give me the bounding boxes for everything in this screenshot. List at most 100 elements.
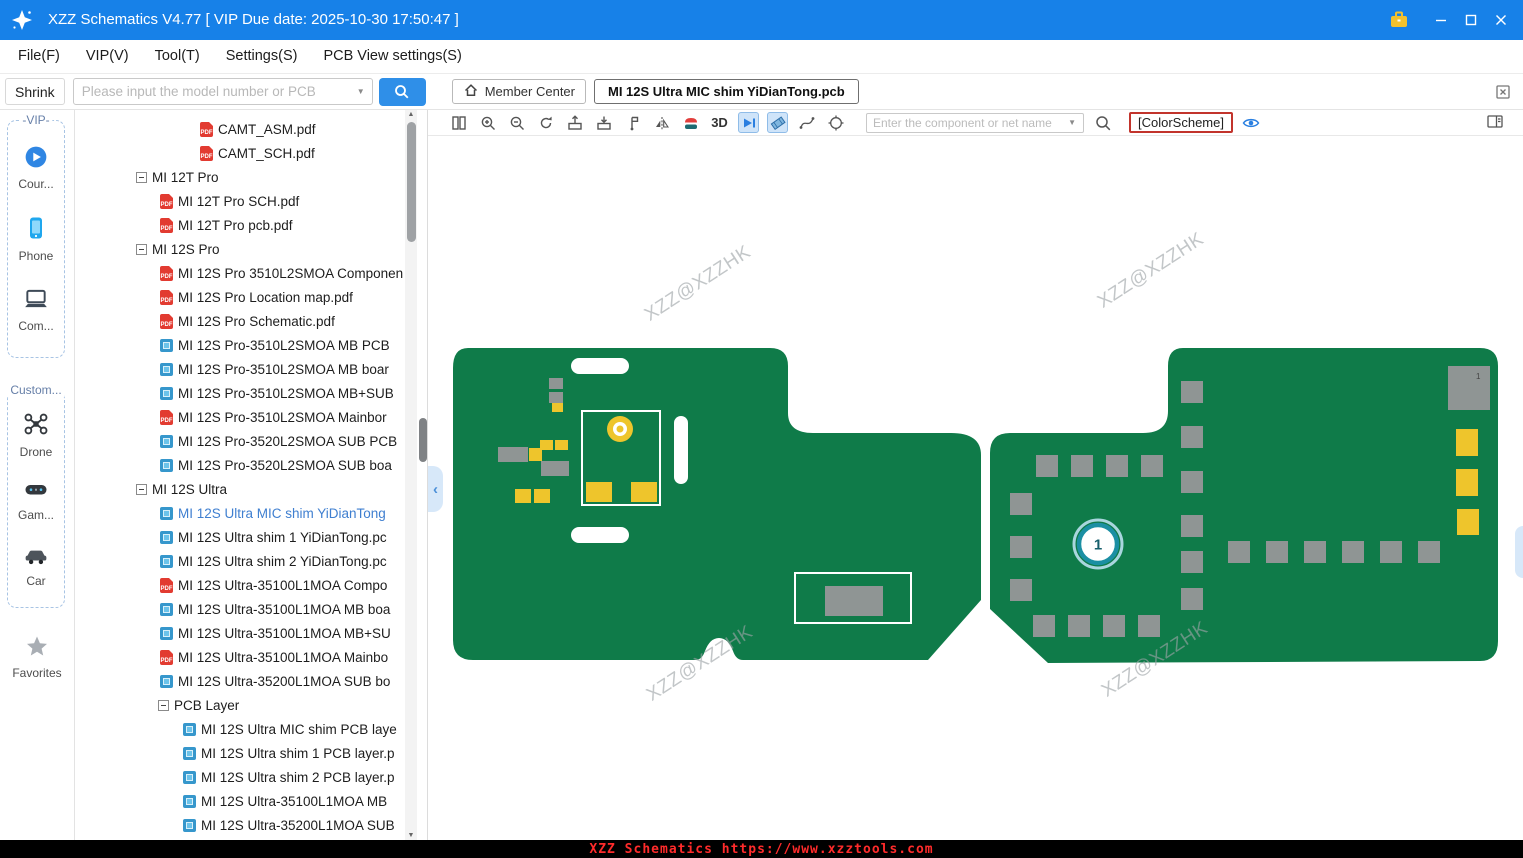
component-search-input[interactable] <box>867 116 1068 130</box>
computer-icon <box>23 287 49 316</box>
collapse-icon[interactable] <box>136 244 147 255</box>
tree-item-row[interactable]: MI 12S Ultra shim 1 PCB layer.p <box>75 741 403 765</box>
export-bottom-icon[interactable] <box>593 112 614 133</box>
tree-item-row[interactable]: MI 12S Ultra-35100L1MOA MB boa <box>75 597 403 621</box>
tree-item-label: MI 12S Ultra-35100L1MOA MB <box>201 794 387 809</box>
tree-item-label: MI 12S Ultra-35200L1MOA SUB <box>201 818 395 833</box>
minimize-button[interactable] <box>1426 0 1456 40</box>
tree-item-row[interactable]: MI 12S Pro-3510L2SMOA MB boar <box>75 357 403 381</box>
tree-group-row[interactable]: MI 12S Ultra <box>75 477 403 501</box>
menu-settings[interactable]: Settings(S) <box>213 40 311 73</box>
layers-panel-icon[interactable] <box>1485 113 1505 136</box>
step-next-icon[interactable] <box>738 112 759 133</box>
tree-item-row[interactable]: MI 12S Ultra shim 2 YiDianTong.pc <box>75 549 403 573</box>
model-search-button[interactable] <box>379 78 426 106</box>
component-search-box[interactable]: ▼ <box>866 113 1084 133</box>
maximize-button[interactable] <box>1456 0 1486 40</box>
model-search-input[interactable] <box>74 84 357 99</box>
right-panel-handle[interactable] <box>1515 526 1523 578</box>
3d-view-button[interactable]: 3D <box>709 112 730 133</box>
panel-scrollbar-thumb[interactable] <box>419 418 427 462</box>
refresh-icon[interactable] <box>535 112 556 133</box>
sidebar-item-favorites[interactable]: Favorites <box>0 634 74 680</box>
tree-scrollbar[interactable] <box>405 110 417 840</box>
sidebar-item-course[interactable]: Cour... <box>18 145 53 191</box>
measure-curve-icon[interactable] <box>796 112 817 133</box>
colorscheme-button[interactable]: [ColorScheme] <box>1129 112 1233 133</box>
tree-item-label: MI 12S Ultra shim 2 YiDianTong.pc <box>178 554 387 569</box>
probe-icon[interactable] <box>622 112 643 133</box>
tree-item-row[interactable]: MI 12S Ultra shim 2 PCB layer.p <box>75 765 403 789</box>
tree-item-row[interactable]: MI 12T Pro SCH.pdf <box>75 189 403 213</box>
tree-item-label: MI 12S Ultra MIC shim PCB laye <box>201 722 397 737</box>
toolbox-icon[interactable] <box>1384 0 1414 40</box>
pan-icon[interactable] <box>825 112 846 133</box>
tree-item-row[interactable]: MI 12S Pro Location map.pdf <box>75 285 403 309</box>
menu-vip[interactable]: VIP(V) <box>73 40 142 73</box>
tree-item-row[interactable]: MI 12S Pro-3520L2SMOA SUB boa <box>75 453 403 477</box>
close-tab-icon[interactable] <box>1495 84 1511 105</box>
model-search-box[interactable]: ▼ <box>73 78 373 105</box>
chevron-down-icon[interactable]: ▼ <box>1068 118 1076 127</box>
board-diagonal-icon[interactable] <box>767 112 788 133</box>
pages-icon[interactable] <box>448 112 469 133</box>
tree-scrollbar-thumb[interactable] <box>407 122 416 242</box>
tree-group-row[interactable]: MI 12S Pro <box>75 237 403 261</box>
tree-item-row[interactable]: CAMT_SCH.pdf <box>75 141 403 165</box>
sidebar-item-car[interactable]: Car <box>22 542 50 588</box>
sidebar-item-label: Phone <box>19 249 54 263</box>
tree-item-label: MI 12S Pro 3510L2SMOA Component <box>178 266 403 281</box>
sidebar-item-drone[interactable]: Drone <box>20 411 53 459</box>
active-file-tab[interactable]: MI 12S Ultra MIC shim YiDianTong.pcb <box>594 79 859 104</box>
sidebar-item-phone[interactable]: Phone <box>19 215 54 263</box>
flip-top-bottom-icon[interactable] <box>680 112 701 133</box>
menu-pcb-view-settings[interactable]: PCB View settings(S) <box>310 40 474 73</box>
member-center-button[interactable]: Member Center <box>452 79 586 104</box>
collapse-icon[interactable] <box>158 700 169 711</box>
tree-item-row[interactable]: MI 12S Pro 3510L2SMOA Component <box>75 261 403 285</box>
pcb-viewer: 3D ▼ [ColorScheme] <box>428 110 1523 840</box>
collapse-icon[interactable] <box>136 172 147 183</box>
tree-item-row[interactable]: MI 12S Ultra shim 1 YiDianTong.pc <box>75 525 403 549</box>
collapse-icon[interactable] <box>136 484 147 495</box>
pcb-file-icon <box>160 603 173 616</box>
tree-item-row[interactable]: MI 12S Pro Schematic.pdf <box>75 309 403 333</box>
vip-sidebar: -VIP- Cour... Phone Com... Cus <box>0 110 75 840</box>
tree-item-row[interactable]: MI 12S Pro-3520L2SMOA SUB PCB <box>75 429 403 453</box>
sidebar-item-gamepad[interactable]: Gam... <box>18 478 54 522</box>
tree-item-row[interactable]: MI 12S Pro-3510L2SMOA MB PCB <box>75 333 403 357</box>
pdf-file-icon <box>200 146 213 161</box>
flip-horizontal-icon[interactable] <box>651 112 672 133</box>
zoom-in-icon[interactable] <box>477 112 498 133</box>
export-top-icon[interactable] <box>564 112 585 133</box>
tree-item-row[interactable]: MI 12S Ultra-35100L1MOA Compo <box>75 573 403 597</box>
tree-item-row[interactable]: CAMT_ASM.pdf <box>75 117 403 141</box>
tree-item-row[interactable]: MI 12S Ultra-35100L1MOA MB <box>75 789 403 813</box>
tree-item-row[interactable]: MI 12S Ultra-35200L1MOA SUB bo <box>75 669 403 693</box>
pcb-file-icon <box>160 555 173 568</box>
chevron-down-icon[interactable]: ▼ <box>357 87 365 96</box>
eye-icon[interactable] <box>1241 112 1262 133</box>
pcb-file-icon <box>183 795 196 808</box>
tree-group-row[interactable]: MI 12T Pro <box>75 165 403 189</box>
tree-item-row[interactable]: MI 12S Ultra-35200L1MOA SUB <box>75 813 403 837</box>
tree-group-row[interactable]: PCB Layer <box>75 693 403 717</box>
shrink-button[interactable]: Shrink <box>5 78 65 105</box>
collapse-panel-handle[interactable]: ‹ <box>428 466 443 512</box>
zoom-out-icon[interactable] <box>506 112 527 133</box>
close-button[interactable] <box>1486 0 1516 40</box>
menu-tool[interactable]: Tool(T) <box>142 40 213 73</box>
tree-item-row[interactable]: MI 12S Ultra-35100L1MOA MB+SU <box>75 621 403 645</box>
sidebar-item-computer[interactable]: Com... <box>18 287 53 333</box>
tree-item-row[interactable]: MI 12S Ultra MIC shim PCB laye <box>75 717 403 741</box>
pcb-canvas[interactable]: 11 ‹ XZZ@XZZHKXZZ@XZZHKXZZ@XZZHKXZZ@XZZH… <box>428 136 1523 840</box>
sidebar-item-label: Cour... <box>18 177 53 191</box>
tree-item-row[interactable]: MI 12T Pro pcb.pdf <box>75 213 403 237</box>
menu-file[interactable]: File(F) <box>5 40 73 73</box>
tree-item-row[interactable]: MI 12S Pro-3510L2SMOA Mainbor <box>75 405 403 429</box>
tree-item-row[interactable]: MI 12S Pro-3510L2SMOA MB+SUB <box>75 381 403 405</box>
tree-item-row[interactable]: MI 12S Ultra MIC shim YiDianTong <box>75 501 403 525</box>
pcb-file-icon <box>160 459 173 472</box>
search-icon[interactable] <box>1092 112 1113 133</box>
tree-item-row[interactable]: MI 12S Ultra-35100L1MOA Mainbo <box>75 645 403 669</box>
